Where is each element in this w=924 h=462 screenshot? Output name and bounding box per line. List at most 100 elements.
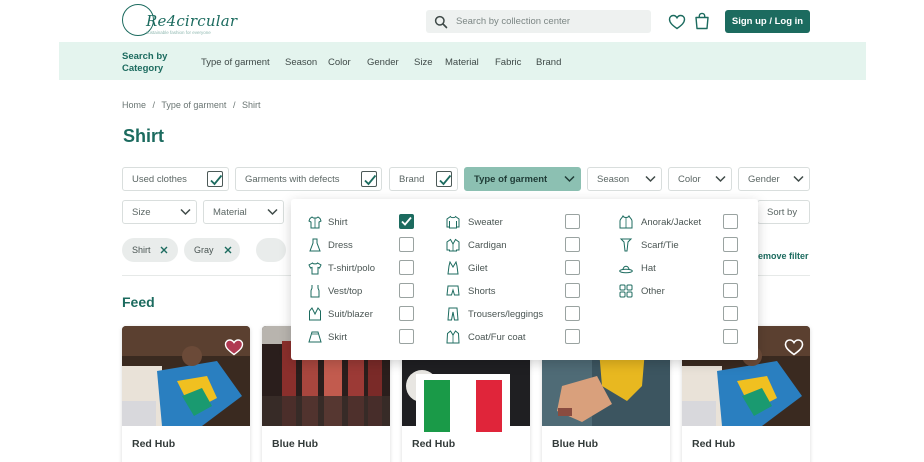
option-checkbox[interactable]	[399, 237, 414, 252]
category-link-material[interactable]: Material	[445, 57, 479, 68]
option-checkbox[interactable]	[565, 306, 580, 321]
category-link-gender[interactable]: Gender	[367, 57, 399, 68]
filter-label: Size	[132, 207, 151, 218]
sort-by-button[interactable]: Sort by	[757, 200, 810, 224]
filter-color-dropdown[interactable]: Color	[668, 167, 732, 191]
filter-season-dropdown[interactable]: Season	[587, 167, 662, 191]
garment-option-skirt[interactable]: Skirt	[308, 329, 416, 347]
checkmark-icon	[439, 174, 452, 186]
active-filter-chip-partial	[256, 238, 286, 262]
option-checkbox[interactable]	[399, 329, 414, 344]
signup-login-button[interactable]: Sign up / Log in	[725, 10, 810, 33]
garment-option-suit-blazer[interactable]: Suit/blazer	[308, 306, 416, 324]
site-logo[interactable]: Re4circular sustainable fashion for ever…	[122, 4, 237, 38]
garment-option-dress[interactable]: Dress	[308, 237, 416, 255]
option-label: Other	[641, 286, 665, 297]
garment-option-anorak-jacket[interactable]: Anorak/Jacket	[619, 214, 739, 232]
category-link-brand[interactable]: Brand	[536, 57, 561, 68]
page-title: Shirt	[123, 126, 165, 146]
option-label: Suit/blazer	[328, 309, 373, 320]
option-checkbox[interactable]	[565, 214, 580, 229]
garment-option-tshirt-polo[interactable]: T-shirt/polo	[308, 260, 416, 278]
filter-checkbox[interactable]	[361, 171, 377, 187]
search-icon[interactable]	[434, 15, 448, 29]
filter-gender-dropdown[interactable]: Gender	[738, 167, 810, 191]
filter-used-clothes[interactable]: Used clothes	[122, 167, 229, 191]
sweater-icon	[446, 215, 460, 229]
feed-card[interactable]: Red Hub	[122, 326, 250, 462]
filter-label: Garments with defects	[245, 174, 340, 185]
breadcrumb-type-of-garment[interactable]: Type of garment	[161, 100, 226, 110]
filter-material-dropdown[interactable]: Material	[203, 200, 284, 224]
card-hub-name: Red Hub	[412, 438, 456, 450]
garment-option-empty[interactable]	[619, 329, 739, 347]
category-link-fabric[interactable]: Fabric	[495, 57, 521, 68]
option-label: Dress	[328, 240, 353, 251]
filter-label: Used clothes	[132, 174, 187, 185]
close-icon[interactable]	[160, 246, 168, 254]
filter-garments-with-defects[interactable]: Garments with defects	[235, 167, 382, 191]
garment-option-hat[interactable]: Hat	[619, 260, 739, 278]
option-label: Trousers/leggings	[468, 309, 544, 320]
garment-option-shirt[interactable]: Shirt	[308, 214, 416, 232]
breadcrumb-home[interactable]: Home	[122, 100, 146, 110]
wishlist-heart-icon[interactable]	[668, 13, 686, 31]
garment-option-shorts[interactable]: Shorts	[446, 283, 581, 301]
search-input[interactable]	[456, 10, 646, 33]
option-label: Cardigan	[468, 240, 507, 251]
filter-brand[interactable]: Brand	[389, 167, 458, 191]
option-checkbox-checked[interactable]	[399, 214, 414, 229]
chevron-down-icon	[564, 175, 575, 183]
card-hub-name: Blue Hub	[272, 438, 319, 450]
filter-type-of-garment-dropdown[interactable]: Type of garment	[464, 167, 581, 191]
chevron-down-icon	[267, 208, 278, 216]
garment-option-trousers-leggings[interactable]: Trousers/leggings	[446, 306, 581, 324]
filter-label: Type of garment	[474, 174, 548, 185]
remove-filter-link[interactable]: emove filter	[758, 251, 809, 261]
shopping-bag-icon[interactable]	[694, 12, 710, 30]
option-checkbox[interactable]	[399, 260, 414, 275]
filter-size-dropdown[interactable]: Size	[122, 200, 197, 224]
active-filter-chip-gray: Gray	[184, 238, 240, 262]
close-icon[interactable]	[224, 246, 232, 254]
option-label: Skirt	[328, 332, 347, 343]
garment-option-empty[interactable]	[619, 306, 739, 324]
garment-option-vest-top[interactable]: Vest/top	[308, 283, 416, 301]
category-link-size[interactable]: Size	[414, 57, 432, 68]
option-checkbox[interactable]	[723, 329, 738, 344]
filter-label: Color	[678, 174, 701, 185]
option-checkbox[interactable]	[723, 237, 738, 252]
option-label: Coat/Fur coat	[468, 332, 526, 343]
option-checkbox[interactable]	[565, 260, 580, 275]
top-header: Re4circular sustainable fashion for ever…	[0, 0, 924, 42]
vest-icon	[310, 285, 320, 298]
option-checkbox[interactable]	[723, 260, 738, 275]
option-checkbox[interactable]	[399, 283, 414, 298]
option-checkbox[interactable]	[565, 237, 580, 252]
garment-option-sweater[interactable]: Sweater	[446, 214, 581, 232]
checkmark-icon	[364, 174, 377, 186]
flag-green-stripe	[424, 380, 450, 432]
category-link-season[interactable]: Season	[285, 57, 317, 68]
other-grid-icon	[619, 284, 633, 298]
option-checkbox[interactable]	[399, 306, 414, 321]
shorts-icon	[446, 285, 460, 296]
garment-option-cardigan[interactable]: Cardigan	[446, 237, 581, 255]
category-link-type-of-garment[interactable]: Type of garment	[201, 57, 270, 68]
favorite-heart-icon[interactable]	[784, 338, 804, 356]
option-checkbox[interactable]	[723, 283, 738, 298]
favorite-heart-icon[interactable]	[224, 338, 244, 356]
option-checkbox[interactable]	[565, 283, 580, 298]
option-checkbox[interactable]	[723, 306, 738, 321]
garment-option-coat-fur-coat[interactable]: Coat/Fur coat	[446, 329, 581, 347]
garment-option-gilet[interactable]: Gilet	[446, 260, 581, 278]
filter-checkbox[interactable]	[436, 171, 452, 187]
option-checkbox[interactable]	[723, 214, 738, 229]
category-link-color[interactable]: Color	[328, 57, 351, 68]
logo-tagline: sustainable fashion for everyone	[146, 30, 211, 35]
filter-checkbox[interactable]	[207, 171, 223, 187]
garment-option-other[interactable]: Other	[619, 283, 739, 301]
garment-option-scarf-tie[interactable]: Scarf/Tie	[619, 237, 739, 255]
breadcrumb-current: Shirt	[241, 100, 261, 110]
option-checkbox[interactable]	[565, 329, 580, 344]
